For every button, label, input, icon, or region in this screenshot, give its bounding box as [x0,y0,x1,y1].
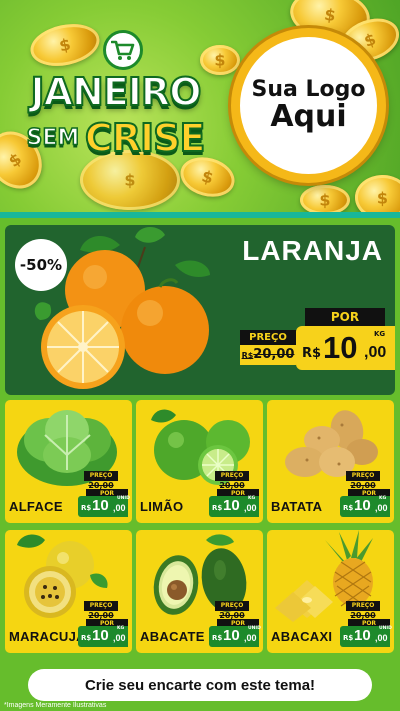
product-name: ABACAXI [271,629,333,644]
title-line-1: JANEIRO [29,69,202,115]
hero-por-label: POR [305,308,385,326]
hero-old-price: R$20,00 [240,345,296,365]
preco-label: PREÇO [215,601,249,611]
header-banner: JANEIRO SEM CRISE Sua Logo Aqui [0,0,400,213]
currency: R$ [81,634,92,642]
price: R$ 10 ,00 UNID [340,626,392,647]
price: R$ 10 ,00 UNID [78,496,130,517]
hero-price: R$ 10 ,00 KG [296,326,395,370]
hero-price-decimal: ,00 [364,344,387,361]
disclaimer-text: *Imagens Meramente Ilustrativas [4,702,107,709]
price: R$ 10 ,00 KG [209,496,259,517]
price-unit: UNID [117,496,130,501]
price-unit: KG [379,496,387,501]
price-integer: 10 [354,627,371,644]
product-card-abacaxi[interactable]: ABACAXI PREÇO 20,00 POR R$ 10 ,00 UNID [267,530,394,653]
discount-badge: -50% [15,239,67,291]
currency: R$ [212,634,223,642]
product-card-batata[interactable]: BATATA PREÇO 20,00 POR R$ 10 ,00 KG [267,400,394,523]
price-decimal: ,00 [375,503,388,513]
flyer-body: -50% LARANJA POR PREÇO R$20,00 R$ 10 ,00… [0,218,400,711]
product-card-maracuja[interactable]: MARACUJÁ PREÇO 20,00 POR R$ 10 ,00 KG [5,530,132,653]
price-decimal: ,00 [113,503,126,513]
price-integer: 10 [92,497,109,514]
preco-label: PREÇO [84,601,118,611]
product-name: BATATA [271,499,323,514]
preco-label: PREÇO [215,471,249,481]
price-integer: 10 [92,627,109,644]
hero-price-integer: 10 [323,330,358,365]
create-flyer-button[interactable]: Crie seu encarte com este tema! [28,669,372,701]
price-decimal: ,00 [244,503,257,513]
hero-old-currency: R$ [241,351,254,360]
price-decimal: ,00 [113,633,126,643]
product-name: LIMÃO [140,499,184,514]
price: R$ 10 ,00 KG [78,626,128,647]
hero-preco-label: PREÇO [240,330,296,345]
preco-label: PREÇO [346,601,380,611]
title-line-2: SEM CRISE [8,115,223,161]
hero-product-card[interactable]: -50% LARANJA POR PREÇO R$20,00 R$ 10 ,00… [5,225,395,395]
hero-old-price-value: 20,00 [253,347,295,362]
title-sem: SEM [26,125,80,152]
price-integer: 10 [223,497,240,514]
price-decimal: ,00 [375,633,388,643]
price-unit: UNID [248,626,261,631]
hero-price-unit: KG [374,330,386,338]
logo-placeholder[interactable]: Sua Logo Aqui [231,28,386,183]
preco-label: PREÇO [84,471,118,481]
currency: R$ [81,504,92,512]
price-unit: KG [248,496,256,501]
price: R$ 10 ,00 KG [340,496,390,517]
price-decimal: ,00 [244,633,257,643]
product-card-limao[interactable]: LIMÃO PREÇO 20,00 POR R$ 10 ,00 KG [136,400,263,523]
hero-currency: R$ [302,346,322,361]
price-unit: UNID [379,626,392,631]
price-integer: 10 [223,627,240,644]
product-name: ALFACE [9,499,63,514]
coin-icon [355,175,400,213]
product-name: MARACUJÁ [9,629,86,644]
title-crise: CRISE [84,115,207,161]
product-name: ABACATE [140,629,205,644]
preco-label: PREÇO [346,471,380,481]
price: R$ 10 ,00 UNID [209,626,261,647]
coin-icon [300,185,350,213]
logo-text-line-2: Aqui [270,99,347,135]
currency: R$ [212,504,223,512]
logo-text-line-1: Sua Logo [251,77,366,103]
campaign-title: JANEIRO SEM CRISE [8,30,223,190]
shopping-cart-icon [103,30,143,70]
price-integer: 10 [354,497,371,514]
price-unit: KG [117,626,125,631]
product-card-abacate[interactable]: ABACATE PREÇO 20,00 POR R$ 10 ,00 UNID [136,530,263,653]
currency: R$ [343,504,354,512]
product-card-alface[interactable]: ALFACE PREÇO 20,00 POR R$ 10 ,00 UNID [5,400,132,523]
currency: R$ [343,634,354,642]
hero-product-name: LARANJA [242,235,383,266]
